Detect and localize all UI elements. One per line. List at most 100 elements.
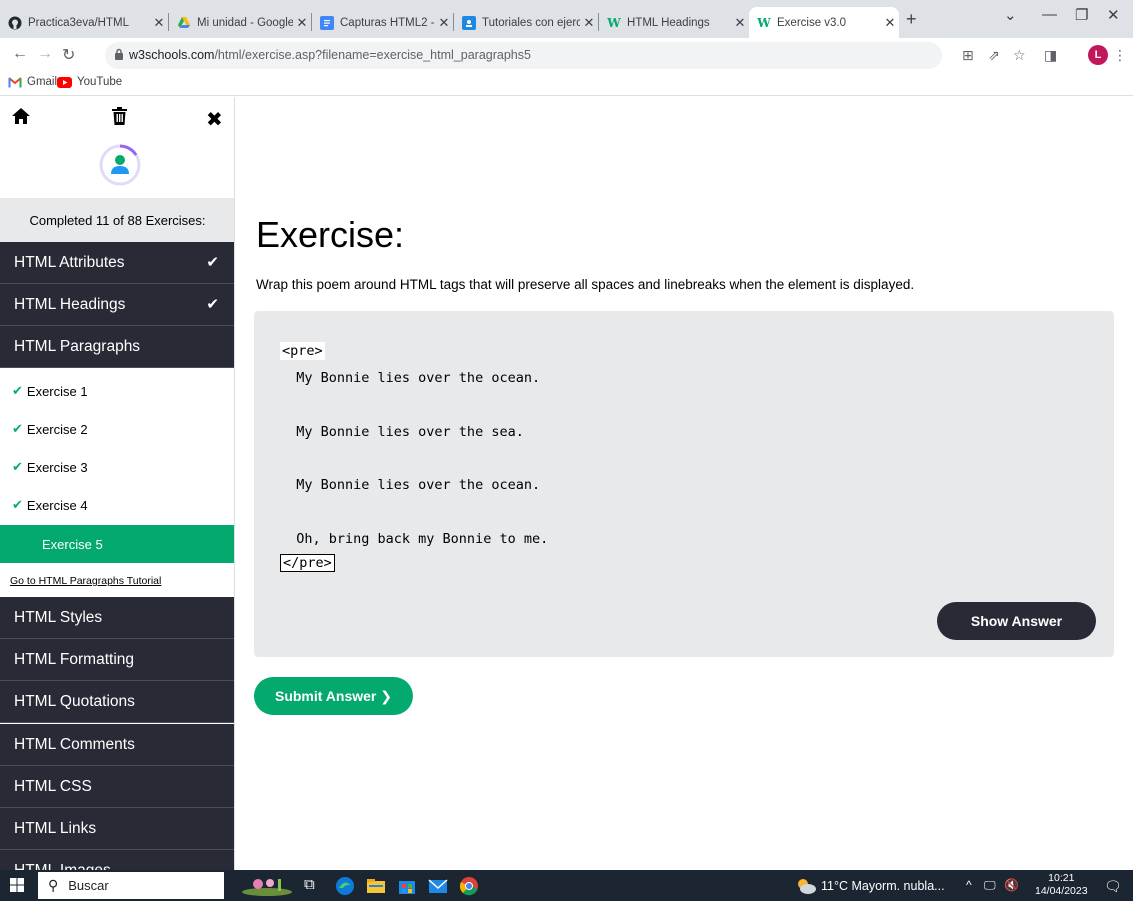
- sidebar-section-html-attributes[interactable]: HTML Attributes ✔: [0, 242, 234, 284]
- w3schools-icon: W: [757, 15, 771, 30]
- code-line: My Bonnie lies over the ocean.: [280, 370, 541, 386]
- sidebar-section-html-links[interactable]: HTML Links: [0, 808, 234, 850]
- close-icon[interactable]: ✕: [435, 15, 453, 31]
- search-icon: ⚲: [48, 877, 59, 893]
- sidebar-exercise-5[interactable]: Exercise 5: [0, 525, 234, 563]
- checkmark-icon: ✔: [206, 254, 219, 271]
- sidebar-section-html-comments[interactable]: HTML Comments: [0, 724, 234, 766]
- code-editor: <pre> My Bonnie lies over the ocean. My …: [254, 311, 1114, 657]
- close-window-button[interactable]: ✕: [1107, 6, 1120, 24]
- page-title: Exercise:: [256, 214, 405, 255]
- show-answer-button[interactable]: Show Answer: [937, 602, 1096, 640]
- bookmarks-bar: Gmail YouTube: [0, 72, 1133, 96]
- sidebar-exercise-2[interactable]: ✔ Exercise 2: [0, 410, 234, 448]
- network-icon[interactable]: 🖵: [984, 878, 996, 893]
- close-icon[interactable]: ✖: [206, 107, 223, 132]
- restore-button[interactable]: ❐: [1075, 6, 1088, 24]
- open-tag-input[interactable]: <pre>: [280, 342, 325, 360]
- exercise-description: Wrap this poem around HTML tags that wil…: [256, 277, 915, 292]
- completed-counter: Completed 11 of 88 Exercises:: [0, 198, 234, 242]
- close-icon[interactable]: ✕: [150, 15, 168, 31]
- file-explorer-icon[interactable]: [366, 876, 386, 896]
- checkmark-icon: ✔: [12, 459, 23, 474]
- notifications-icon[interactable]: 🗨: [1104, 878, 1122, 895]
- mail-icon[interactable]: [428, 876, 448, 896]
- tab-html-headings[interactable]: W HTML Headings ✕: [599, 7, 749, 38]
- lock-icon: [115, 48, 123, 60]
- youtube-icon: [57, 76, 72, 88]
- close-icon[interactable]: ✕: [580, 15, 598, 31]
- close-tag-input[interactable]: </pre>: [280, 554, 335, 572]
- exercise-main: Exercise: Wrap this poem around HTML tag…: [236, 97, 1133, 870]
- news-widget-icon[interactable]: [240, 876, 294, 896]
- browser-toolbar: ← → ↻ w3schools.com/html/exercise.asp?fi…: [0, 38, 1133, 72]
- tab-github[interactable]: Practica3eva/HTML ✕: [0, 7, 168, 38]
- code-line: <pre>: [280, 342, 325, 360]
- checkmark-icon: ✔: [206, 296, 219, 313]
- github-icon: [8, 16, 22, 30]
- speaker-muted-icon[interactable]: 🔇: [1004, 878, 1019, 892]
- sidebar-exercise-4[interactable]: ✔ Exercise 4: [0, 486, 234, 524]
- sidebar-section-html-css[interactable]: HTML CSS: [0, 766, 234, 808]
- google-docs-icon: [320, 15, 334, 30]
- new-tab-button[interactable]: +: [906, 9, 917, 30]
- weather-widget[interactable]: 11°C Mayorm. nubla...: [795, 878, 945, 894]
- translate-icon[interactable]: ⊞: [962, 47, 974, 64]
- minimize-button[interactable]: —: [1042, 6, 1057, 23]
- sidebar-section-html-formatting[interactable]: HTML Formatting: [0, 639, 234, 681]
- edge-icon[interactable]: [335, 876, 355, 896]
- code-line: My Bonnie lies over the ocean.: [280, 477, 541, 493]
- taskbar-search-input[interactable]: ⚲ Buscar: [38, 872, 224, 899]
- bookmark-gmail[interactable]: Gmail: [8, 76, 57, 88]
- bookmark-star-icon[interactable]: ☆: [1013, 47, 1026, 64]
- chrome-icon[interactable]: [459, 876, 479, 896]
- share-icon[interactable]: ⇗: [988, 47, 1000, 64]
- close-icon[interactable]: ✕: [881, 15, 899, 31]
- url-text: w3schools.com/html/exercise.asp?filename…: [129, 48, 531, 62]
- close-icon[interactable]: ✕: [293, 15, 311, 31]
- tab-google-docs[interactable]: Capturas HTML2 - ✕: [312, 7, 453, 38]
- submit-answer-button[interactable]: Submit Answer ❯: [254, 677, 413, 715]
- tab-google-drive[interactable]: Mi unidad - Google ✕: [169, 7, 311, 38]
- windows-start-icon[interactable]: [10, 878, 24, 892]
- sidebar-header: ✖: [0, 97, 234, 198]
- tutorial-link[interactable]: Go to HTML Paragraphs Tutorial: [0, 565, 234, 597]
- gmail-icon: [8, 76, 22, 88]
- forward-arrow-icon[interactable]: →: [37, 45, 53, 63]
- sidebar-exercise-1[interactable]: ✔ Exercise 1: [0, 372, 234, 410]
- tab-exercise-active[interactable]: W Exercise v3.0 ✕: [749, 7, 899, 38]
- profile-avatar[interactable]: L: [1088, 45, 1108, 65]
- sidebar-section-html-paragraphs[interactable]: HTML Paragraphs: [0, 326, 234, 368]
- sidebar-section-html-quotations[interactable]: HTML Quotations: [0, 681, 234, 723]
- tab-google-classroom[interactable]: Tutoriales con ejerc ✕: [454, 7, 598, 38]
- weather-cloud-icon: [798, 879, 816, 894]
- tab-search-icon[interactable]: ⌄: [1004, 6, 1017, 24]
- back-arrow-icon[interactable]: ←: [12, 45, 28, 63]
- menu-dots-icon[interactable]: ⋮: [1113, 47, 1127, 64]
- exercise-sidebar: ✖ Completed 11 of 88 Exercises: HTML Att…: [0, 97, 235, 870]
- address-bar[interactable]: w3schools.com/html/exercise.asp?filename…: [105, 42, 942, 69]
- checkmark-icon: ✔: [12, 497, 23, 512]
- store-icon[interactable]: [397, 876, 417, 896]
- sidebar-section-html-styles[interactable]: HTML Styles: [0, 597, 234, 639]
- trash-icon[interactable]: [112, 107, 127, 130]
- code-line: My Bonnie lies over the sea.: [280, 424, 524, 440]
- side-panel-icon[interactable]: ◨: [1044, 47, 1057, 64]
- close-icon[interactable]: ✕: [731, 15, 749, 31]
- sidebar-section-html-images[interactable]: HTML Images: [0, 850, 234, 870]
- google-drive-icon: [177, 16, 191, 30]
- google-classroom-icon: [462, 15, 476, 30]
- browser-tab-bar: Practica3eva/HTML ✕ Mi unidad - Google ✕…: [0, 0, 1133, 38]
- reload-icon[interactable]: ↻: [62, 45, 75, 65]
- chevron-up-icon[interactable]: ^: [966, 878, 972, 892]
- checkmark-icon: ✔: [12, 383, 23, 398]
- windows-taskbar: ⚲ Buscar ⧉ 11°C Mayorm. nubla... ^ 🖵 🔇 1…: [0, 870, 1133, 901]
- bookmark-youtube[interactable]: YouTube: [57, 76, 122, 88]
- sidebar-exercise-3[interactable]: ✔ Exercise 3: [0, 448, 234, 486]
- sidebar-section-html-headings[interactable]: HTML Headings ✔: [0, 284, 234, 326]
- task-view-icon[interactable]: ⧉: [304, 876, 324, 896]
- progress-avatar: [98, 143, 142, 187]
- checkmark-icon: ✔: [12, 421, 23, 436]
- home-icon[interactable]: [11, 107, 31, 131]
- system-clock[interactable]: 10:21 14/04/2023: [1035, 872, 1088, 898]
